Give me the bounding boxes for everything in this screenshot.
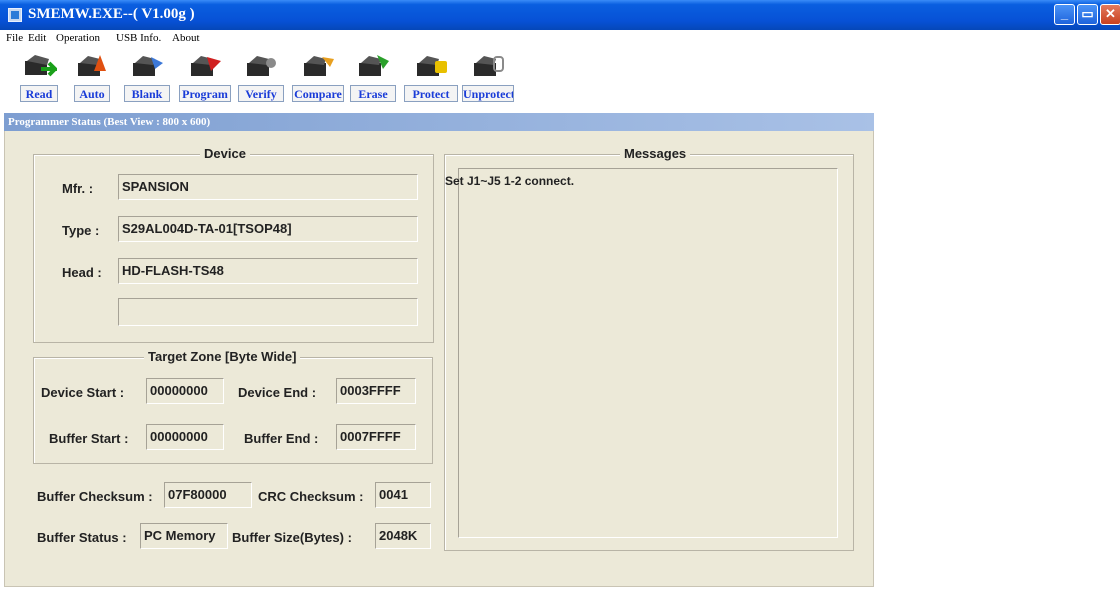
auto-icon: [78, 55, 106, 76]
auto-button[interactable]: Auto: [74, 49, 110, 105]
read-icon: [25, 55, 57, 77]
buffer-start-field: 00000000: [146, 424, 224, 450]
message-text: Set J1~J5 1-2 connect.: [445, 174, 575, 188]
buffer-size-field: 2048K: [375, 523, 431, 549]
erase-button[interactable]: Erase: [350, 49, 396, 105]
head-label: Head :: [62, 265, 102, 280]
menu-about[interactable]: About: [172, 32, 200, 44]
menu-usb-info[interactable]: USB Info.: [116, 32, 161, 44]
close-icon[interactable]: ✕: [1100, 4, 1120, 25]
auto-label: Auto: [74, 85, 110, 102]
protect-label: Protect: [404, 85, 458, 102]
buffer-end-label: Buffer End :: [244, 431, 319, 446]
crc-checksum-field: 0041: [375, 482, 431, 508]
type-label: Type :: [62, 223, 100, 238]
blank-icon: [133, 56, 163, 76]
erase-icon: [359, 55, 389, 76]
menu-edit[interactable]: Edit: [28, 32, 46, 44]
target-zone-legend: Target Zone [Byte Wide]: [144, 349, 301, 364]
protect-icon: [417, 56, 447, 76]
read-button[interactable]: Read: [20, 49, 58, 105]
device-end-label: Device End :: [238, 385, 317, 400]
blank-label: Blank: [124, 85, 170, 102]
device-end-field: 0003FFFF: [336, 378, 416, 404]
buffer-start-label: Buffer Start :: [49, 431, 129, 446]
program-button[interactable]: Program: [179, 49, 231, 105]
window-title: SMEMW.EXE--( V1.00g ): [28, 6, 195, 22]
minimize-icon[interactable]: _: [1054, 4, 1075, 25]
head-field: HD-FLASH-TS48: [118, 258, 418, 284]
buffer-end-field: 0007FFFF: [336, 424, 416, 450]
protect-button[interactable]: Protect: [404, 49, 458, 105]
compare-label: Compare: [292, 85, 344, 102]
menu-bar: File Edit Operation USB Info. About: [0, 30, 1120, 47]
read-label: Read: [20, 85, 58, 102]
buffer-status-label: Buffer Status :: [37, 530, 127, 545]
compare-icon: [304, 56, 334, 76]
verify-label: Verify: [238, 85, 284, 102]
messages-legend: Messages: [620, 146, 691, 161]
device-start-label: Device Start :: [41, 385, 125, 400]
mfr-field: SPANSION: [118, 174, 418, 200]
maximize-icon[interactable]: ▭: [1077, 4, 1098, 25]
messages-box[interactable]: [458, 168, 838, 538]
buffer-status-field: PC Memory: [140, 523, 228, 549]
buffer-checksum-label: Buffer Checksum :: [37, 489, 153, 504]
erase-label: Erase: [350, 85, 396, 102]
unprotect-button[interactable]: Unprotect: [462, 49, 514, 105]
type-field: S29AL004D-TA-01[TSOP48]: [118, 216, 418, 242]
blank-button[interactable]: Blank: [124, 49, 170, 105]
mfr-label: Mfr. :: [62, 181, 94, 196]
unprotect-label: Unprotect: [462, 85, 514, 102]
app-icon[interactable]: [8, 8, 22, 22]
compare-button[interactable]: Compare: [292, 49, 344, 105]
unprotect-icon: [474, 56, 504, 76]
device-start-field: 00000000: [146, 378, 224, 404]
verify-icon: [247, 56, 276, 76]
program-icon: [191, 56, 221, 76]
menu-operation[interactable]: Operation: [56, 32, 100, 44]
toolbar: Read Auto Blank Program Verify Compare E…: [0, 47, 1120, 107]
crc-checksum-label: CRC Checksum :: [258, 489, 364, 504]
verify-button[interactable]: Verify: [238, 49, 284, 105]
buffer-checksum-field: 07F80000: [164, 482, 252, 508]
device-legend: Device: [200, 146, 250, 161]
menu-file[interactable]: File: [6, 32, 23, 44]
buffer-size-label: Buffer Size(Bytes) :: [232, 530, 352, 545]
program-label: Program: [179, 85, 231, 102]
device-extra-field: [118, 298, 418, 326]
status-window-title: Programmer Status (Best View : 800 x 600…: [8, 116, 211, 128]
